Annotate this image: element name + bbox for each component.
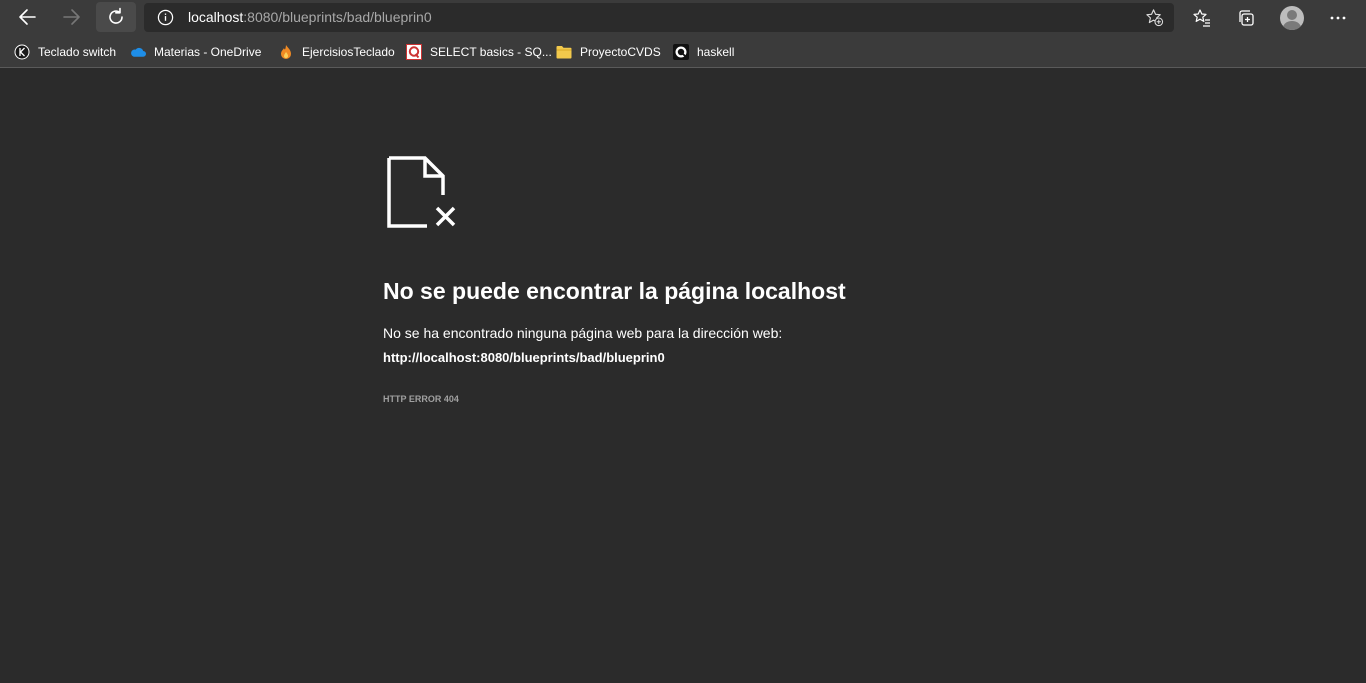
favorites-button[interactable]: [1186, 3, 1218, 32]
broken-page-icon: [387, 156, 456, 228]
favorites-list-icon: [1193, 8, 1210, 27]
address-url[interactable]: localhost:8080/blueprints/bad/blueprin0: [188, 9, 432, 26]
k-logo-icon: [14, 44, 30, 60]
error-url: http://localhost:8080/blueprints/bad/blu…: [383, 350, 665, 365]
collections-icon: [1239, 9, 1254, 26]
bookmark-label: EjercisiosTeclado: [302, 45, 395, 59]
error-title: No se puede encontrar la página localhos…: [383, 278, 846, 304]
refresh-icon: [109, 7, 123, 24]
bookmark-haskell[interactable]: haskell: [673, 41, 734, 63]
collections-button[interactable]: [1230, 3, 1262, 32]
bookmark-teclado-switch[interactable]: Teclado switch: [14, 41, 116, 63]
profile-button[interactable]: [1276, 3, 1308, 32]
bookmark-label: ProyectoCVDS: [580, 45, 661, 59]
bookmark-label: Materias - OneDrive: [154, 45, 262, 59]
bookmarks-bar: Teclado switch Materias - OneDrive Ejerc…: [0, 36, 1366, 68]
bookmark-label: Teclado switch: [38, 45, 117, 59]
address-bar[interactable]: localhost:8080/blueprints/bad/blueprin0: [144, 3, 1174, 32]
browser-toolbar: localhost:8080/blueprints/bad/blueprin0: [0, 0, 1366, 36]
info-icon[interactable]: [157, 9, 174, 26]
bookmark-proyecto-cvds[interactable]: ProyectoCVDS: [556, 41, 661, 63]
bookmark-label: haskell: [697, 45, 735, 59]
ellipsis-icon: [1330, 16, 1346, 19]
fire-icon: [278, 44, 294, 60]
more-options-button[interactable]: [1322, 3, 1354, 32]
sqlzoo-icon: [406, 44, 422, 60]
folder-icon: [556, 44, 572, 60]
star-add-icon[interactable]: [1145, 8, 1164, 27]
reload-button[interactable]: [96, 2, 136, 32]
arrow-right-icon: [63, 9, 80, 25]
address-host: localhost: [188, 9, 244, 25]
error-description: No se ha encontrado ninguna página web p…: [383, 325, 783, 341]
bookmark-materias-onedrive[interactable]: Materias - OneDrive: [130, 41, 261, 63]
bookmark-select-basics[interactable]: SELECT basics - SQ...: [406, 41, 552, 63]
profile-avatar-icon: [1280, 5, 1304, 30]
forward-button[interactable]: [51, 2, 91, 32]
onedrive-cloud-icon: [130, 44, 146, 60]
arrow-left-icon: [19, 9, 36, 25]
bookmark-label: SELECT basics - SQ...: [430, 45, 552, 59]
error-code: HTTP ERROR 404: [383, 394, 459, 404]
haskell-icon: [673, 44, 689, 60]
bookmark-ejercisios-teclado[interactable]: EjercisiosTeclado: [278, 41, 395, 63]
back-button[interactable]: [8, 2, 48, 32]
address-path: :8080/blueprints/bad/blueprin0: [243, 9, 432, 25]
